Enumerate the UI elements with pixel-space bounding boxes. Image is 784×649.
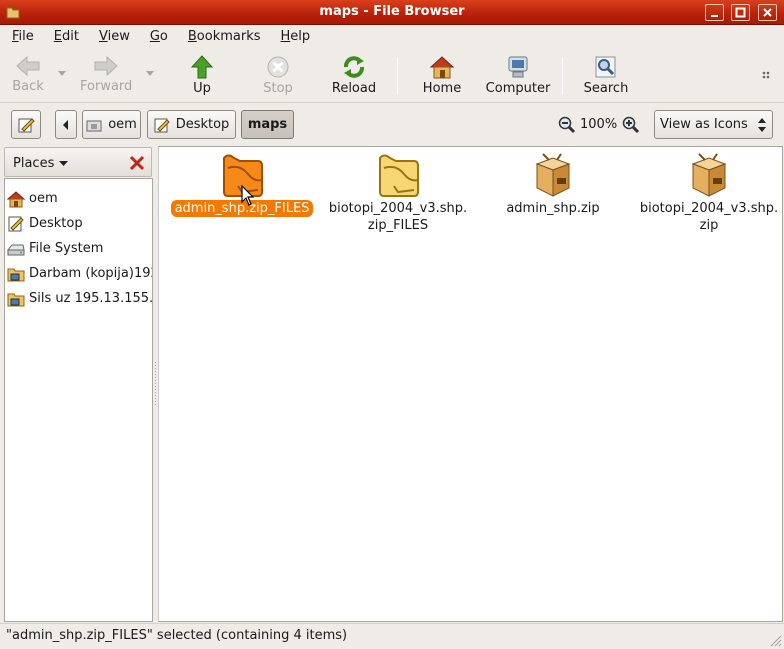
- menu-bar: File Edit View Go Bookmarks Help: [0, 25, 784, 48]
- edit-location-icon: [18, 117, 35, 132]
- close-window-button[interactable]: [758, 4, 777, 21]
- window-title: maps - File Browser: [319, 4, 465, 19]
- home-folder-icon: [86, 120, 102, 131]
- stop-button[interactable]: Stop: [258, 53, 298, 99]
- breadcrumb-oem[interactable]: oem: [82, 110, 141, 139]
- toolbar-separator: [397, 57, 398, 95]
- sidebar-header: Places: [4, 147, 152, 177]
- home-icon: [429, 56, 455, 79]
- sidebar-item-desktop[interactable]: Desktop: [5, 211, 152, 236]
- mouse-pointer-icon: [241, 185, 255, 206]
- folder-icon: [379, 154, 419, 197]
- back-button[interactable]: Back: [8, 53, 48, 99]
- breadcrumb-maps[interactable]: maps: [241, 110, 294, 139]
- network-folder-icon: [7, 293, 25, 306]
- drive-icon: [7, 244, 25, 255]
- reload-button[interactable]: Reload: [330, 53, 378, 99]
- view-mode-value: View as Icons: [660, 117, 748, 132]
- pane-splitter-handle[interactable]: [154, 362, 157, 406]
- desktop-icon: [8, 216, 24, 231]
- chevron-down-icon[interactable]: [59, 161, 68, 167]
- minimize-icon: [711, 15, 718, 17]
- network-folder-icon: [7, 268, 25, 281]
- places-list: oem Desktop File System Darbam (kopija)1…: [4, 178, 153, 622]
- computer-icon: [508, 56, 528, 78]
- sidebar-item-label: Desktop: [29, 216, 83, 231]
- breadcrumb-desktop[interactable]: Desktop: [147, 110, 236, 139]
- breadcrumb-label: maps: [247, 117, 288, 132]
- location-toggle-button[interactable]: [11, 110, 41, 139]
- sidebar-type-label[interactable]: Places: [13, 156, 54, 171]
- search-icon: [595, 56, 616, 78]
- maximize-icon: [735, 7, 746, 18]
- chevron-left-icon: [63, 119, 68, 130]
- desktop-icon: [154, 118, 170, 132]
- close-icon: [763, 8, 772, 17]
- sidebar-item-oem[interactable]: oem: [5, 186, 152, 211]
- file-name: biotopi_2004_v3.shp. zip: [639, 201, 779, 233]
- file-item-biotopi-zip[interactable]: biotopi_2004_v3.shp. zip: [629, 152, 784, 234]
- file-item-admin-shp-zip-files[interactable]: admin_shp.zip_FILES: [162, 152, 322, 217]
- sidebar: Places oem Desktop File System Darbam (k…: [4, 146, 153, 622]
- sidebar-item-label: File System: [29, 241, 104, 256]
- breadcrumb-label: oem: [108, 117, 137, 132]
- sidebar-item-label: Darbam (kopija)192: [29, 266, 152, 281]
- toolbar: Back Forward Up Stop Reload Home Compute…: [0, 49, 784, 103]
- location-bar: oem Desktop maps 100% View as Icons: [0, 104, 784, 146]
- home-icon: [7, 190, 25, 207]
- zoom-level[interactable]: 100%: [580, 117, 617, 132]
- archive-box-icon: [691, 153, 727, 197]
- search-button[interactable]: Search: [582, 53, 630, 99]
- toolbar-separator: [562, 57, 563, 95]
- sidebar-item-sils[interactable]: Sils uz 195.13.155.2: [5, 286, 152, 311]
- file-name: admin_shp.zip: [506, 201, 600, 216]
- file-icon-view[interactable]: admin_shp.zip_FILES biotopi_2004_v3.shp.…: [158, 146, 783, 622]
- home-button[interactable]: Home: [420, 53, 464, 99]
- status-bar: "admin_shp.zip_FILES" selected (containi…: [0, 623, 784, 649]
- path-scroll-left-button[interactable]: [55, 110, 77, 139]
- throbber-icon: [762, 71, 770, 79]
- up-arrow-icon: [190, 55, 214, 79]
- close-sidebar-icon[interactable]: [129, 155, 145, 171]
- computer-button[interactable]: Computer: [484, 53, 552, 99]
- sidebar-item-darbam[interactable]: Darbam (kopija)192: [5, 261, 152, 286]
- reload-icon: [344, 56, 364, 78]
- forward-history-arrow-icon[interactable]: [146, 71, 154, 77]
- file-name: biotopi_2004_v3.shp. zip_FILES: [328, 201, 468, 233]
- menu-view[interactable]: View: [94, 29, 130, 44]
- menu-edit[interactable]: Edit: [49, 29, 79, 44]
- back-history-arrow-icon[interactable]: [58, 71, 66, 77]
- zoom-out-icon[interactable]: [558, 116, 576, 134]
- menu-bookmarks[interactable]: Bookmarks: [183, 29, 261, 44]
- status-text: "admin_shp.zip_FILES" selected (containi…: [6, 628, 348, 643]
- back-arrow-icon: [16, 55, 40, 77]
- title-bar: maps - File Browser: [0, 0, 784, 25]
- spin-arrows-icon: [758, 118, 766, 132]
- zoom-in-icon[interactable]: [622, 116, 640, 134]
- forward-arrow-icon: [94, 55, 118, 77]
- minimize-button[interactable]: [705, 4, 724, 21]
- menu-help[interactable]: Help: [276, 29, 311, 44]
- sidebar-item-label: Sils uz 195.13.155.2: [29, 291, 152, 306]
- sidebar-item-label: oem: [29, 191, 58, 206]
- forward-button[interactable]: Forward: [80, 53, 132, 99]
- sidebar-item-file-system[interactable]: File System: [5, 236, 152, 261]
- view-mode-select[interactable]: View as Icons: [654, 110, 773, 139]
- stop-icon: [267, 56, 289, 78]
- menu-go[interactable]: Go: [145, 29, 168, 44]
- breadcrumb-label: Desktop: [175, 117, 230, 132]
- menu-file[interactable]: File: [6, 29, 34, 44]
- resize-grip-icon[interactable]: [770, 635, 782, 647]
- maximize-button[interactable]: [731, 4, 750, 21]
- up-button[interactable]: Up: [186, 53, 218, 99]
- archive-box-icon: [535, 153, 571, 197]
- file-item-biotopi-zip-files[interactable]: biotopi_2004_v3.shp. zip_FILES: [318, 152, 478, 234]
- file-item-admin-shp-zip[interactable]: admin_shp.zip: [473, 152, 633, 217]
